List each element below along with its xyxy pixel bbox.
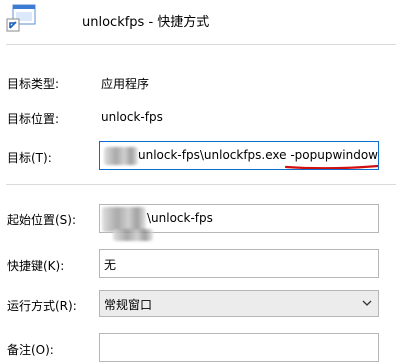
chevron-down-icon [362,300,372,306]
shortcut-key-field[interactable]: 无 [99,249,379,278]
shortcut-key-value: 无 [104,258,117,272]
start-in-label: 起始位置(S): [7,213,77,227]
redacted-path-blur-below [113,229,153,241]
target-type-label: 目标类型: [7,77,60,91]
shortcut-app-icon [6,4,36,32]
shortcut-key-label: 快捷键(K): [7,259,65,273]
divider-top [6,44,396,45]
run-dropdown[interactable]: 常规窗口 [99,290,379,317]
target-type-value: 应用程序 [101,77,150,91]
run-dropdown-value: 常规窗口 [104,298,153,312]
comment-label: 备注(O): [7,343,54,357]
start-in-field-text: \unlock-fps [147,211,213,225]
target-location-label: 目标位置: [7,112,60,126]
shortcut-title: unlockfps - 快捷方式 [82,15,210,30]
divider-middle [6,184,396,185]
target-label: 目标(T): [7,151,52,165]
annotation-underline [284,164,378,169]
comment-field[interactable] [99,333,379,362]
target-field[interactable]: unlock-fps\unlockfps.exe -popupwindow [99,141,379,170]
target-location-value: unlock-fps [101,110,163,124]
run-label: 运行方式(R): [7,299,77,313]
